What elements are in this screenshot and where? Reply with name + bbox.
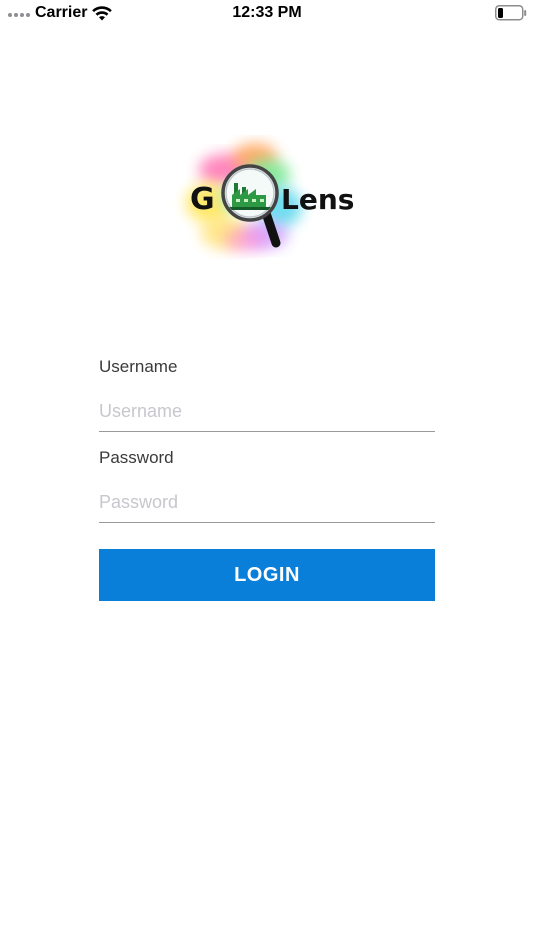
status-time: 12:33 PM [232, 4, 302, 21]
login-form: Username Password LOGIN [99, 355, 435, 601]
battery-icon [495, 5, 527, 21]
login-button[interactable]: LOGIN [99, 549, 435, 601]
username-input[interactable] [99, 392, 435, 432]
password-label: Password [99, 448, 174, 467]
username-label: Username [99, 357, 178, 376]
logo-letter-g: G [190, 182, 215, 217]
app-logo: G Lens [186, 143, 354, 252]
username-field-group: Username [99, 355, 435, 432]
password-input[interactable] [99, 483, 435, 523]
status-bar: Carrier 12:33 PM [0, 0, 534, 26]
logo-word-lens: Lens [281, 183, 354, 216]
login-screen: Carrier 12:33 PM G Lens Username Usernam… [0, 0, 534, 950]
password-field-group: Password [99, 446, 435, 523]
